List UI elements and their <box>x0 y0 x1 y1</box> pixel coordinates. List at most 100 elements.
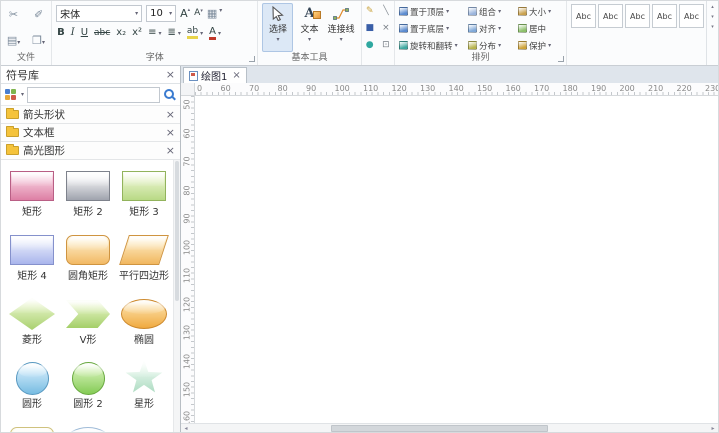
chevron-down-icon[interactable]: ▾ <box>498 42 501 49</box>
superscript-button[interactable]: x² <box>132 26 142 40</box>
ellipse-shape[interactable] <box>121 299 167 329</box>
gallery-up-icon[interactable]: ▴ <box>711 4 714 10</box>
cut-icon[interactable]: ✂ <box>9 9 18 20</box>
chevron-down-icon[interactable]: ▾ <box>548 42 551 49</box>
partial-shape[interactable] <box>65 427 111 432</box>
text-tool-button[interactable]: A 文本 ▾ <box>294 3 325 52</box>
tab-drawing1[interactable]: 绘图1 × <box>183 67 247 83</box>
shape-item[interactable]: 矩形 3 <box>116 166 172 230</box>
bullet-list-button[interactable]: ≣ <box>167 26 175 40</box>
library-section-textbox[interactable]: 文本框 × <box>1 124 180 142</box>
arrange-item[interactable]: 旋转和翻转▾ <box>399 39 468 52</box>
panel-close-icon[interactable]: × <box>166 69 175 80</box>
select-tool-button[interactable]: 选择 ▾ <box>262 3 293 52</box>
rectangle-shape[interactable] <box>10 171 54 201</box>
fill-circle-icon[interactable]: ● <box>366 41 374 50</box>
gallery-down-icon[interactable]: ▾ <box>711 14 714 20</box>
chevron-down-icon[interactable]: ▾ <box>548 8 551 15</box>
font-size-select[interactable]: 10 <box>146 5 176 22</box>
gallery-more-icon[interactable]: ▾ <box>711 24 714 30</box>
star-shape[interactable] <box>125 360 163 396</box>
shape-item[interactable]: 圆形 <box>4 358 60 422</box>
section-close-icon[interactable]: × <box>166 109 175 120</box>
shape-item[interactable]: 星形 <box>116 358 172 422</box>
scroll-thumb[interactable] <box>331 425 548 432</box>
rectangle3-shape[interactable] <box>122 171 166 201</box>
symbol-search-input[interactable] <box>27 87 160 103</box>
font-dialog-launcher-icon[interactable] <box>249 56 255 62</box>
chevron-down-icon[interactable]: ▾ <box>498 8 501 15</box>
style-preset-button[interactable]: Abc <box>571 4 596 28</box>
chevron-down-icon[interactable]: ▾ <box>308 36 311 43</box>
style-preset-button[interactable]: Abc <box>598 4 623 28</box>
underline-button[interactable]: U <box>81 26 88 40</box>
grow-font-button[interactable]: A <box>180 7 190 20</box>
shape-item[interactable]: 圆形 2 <box>60 358 116 422</box>
arrange-item[interactable]: 组合▾ <box>468 5 518 18</box>
drawing-canvas[interactable] <box>195 96 718 423</box>
rectangle2-shape[interactable] <box>66 171 110 201</box>
align-button[interactable]: ▦ <box>207 7 222 20</box>
delete-tool-icon[interactable]: × <box>382 24 390 33</box>
chevron-down-icon[interactable]: ▾ <box>200 30 203 37</box>
shape-item[interactable]: 椭圆 <box>116 294 172 358</box>
chevron-down-icon[interactable]: ▾ <box>498 25 501 32</box>
circle-shape[interactable] <box>16 362 49 395</box>
style-preset-button[interactable]: Abc <box>679 4 704 28</box>
shape-item[interactable]: 矩形 <box>4 166 60 230</box>
shape-item[interactable]: 圆角矩形 <box>60 230 116 294</box>
search-icon[interactable] <box>163 88 176 101</box>
arrange-dialog-launcher-icon[interactable] <box>558 56 564 62</box>
font-family-select[interactable]: 宋体 <box>56 5 142 22</box>
chevron-down-icon[interactable]: ▾ <box>158 30 161 37</box>
library-section-arrows[interactable]: 箭头形状 × <box>1 106 180 124</box>
library-picker-icon[interactable] <box>5 89 18 101</box>
style-preset-button[interactable]: Abc <box>652 4 677 28</box>
chevron-down-icon[interactable]: ▾ <box>17 39 20 46</box>
line-spacing-button[interactable]: ≡ <box>148 26 156 40</box>
chevron-down-icon[interactable]: ▾ <box>218 30 221 37</box>
pencil-icon[interactable]: ✎ <box>366 7 374 16</box>
chevron-down-icon[interactable]: ▾ <box>446 25 449 32</box>
arrange-item[interactable]: 置于顶层▾ <box>399 5 468 18</box>
shape-item[interactable] <box>60 422 116 432</box>
style-preset-button[interactable]: Abc <box>625 4 650 28</box>
rounded-rectangle-shape[interactable] <box>66 235 110 265</box>
fill-square-icon[interactable]: ■ <box>365 24 374 33</box>
horizontal-scrollbar[interactable]: ◂ ▸ <box>181 423 718 432</box>
shape-item[interactable] <box>4 422 60 432</box>
v-shape[interactable] <box>66 300 110 328</box>
partial-shape[interactable] <box>10 427 54 432</box>
shrink-font-button[interactable]: A <box>194 8 203 18</box>
text-highlight-button[interactable]: ab <box>187 27 198 39</box>
shape-item[interactable]: V形 <box>60 294 116 358</box>
crop-tool-icon[interactable]: ⊡ <box>382 41 390 50</box>
arrange-item[interactable]: 保护▾ <box>518 39 562 52</box>
arrange-item[interactable]: 大小▾ <box>518 5 562 18</box>
gallery-scrollbar[interactable]: ▴ ▾ ▾ <box>706 1 718 65</box>
italic-button[interactable]: I <box>71 26 75 40</box>
chevron-down-icon[interactable]: ▾ <box>340 36 343 43</box>
bold-button[interactable]: B <box>57 26 65 40</box>
subscript-button[interactable]: x₂ <box>116 26 126 40</box>
arrange-item[interactable]: 对齐▾ <box>468 22 518 35</box>
shape-item[interactable]: 菱形 <box>4 294 60 358</box>
sidebar-scrollbar[interactable] <box>173 160 180 432</box>
scroll-track[interactable] <box>191 424 708 433</box>
connector-tool-button[interactable]: 连接线 ▾ <box>326 3 357 52</box>
font-color-button[interactable]: A <box>209 27 216 40</box>
section-close-icon[interactable]: × <box>166 127 175 138</box>
arrange-item[interactable]: 分布▾ <box>468 39 518 52</box>
chevron-down-icon[interactable]: ▾ <box>276 36 279 43</box>
library-section-highlight[interactable]: 高光图形 × <box>1 142 180 160</box>
chevron-down-icon[interactable]: ▾ <box>178 30 181 37</box>
shape-item[interactable]: 矩形 2 <box>60 166 116 230</box>
section-close-icon[interactable]: × <box>166 145 175 156</box>
chevron-down-icon[interactable]: ▾ <box>455 42 458 49</box>
shape-item[interactable]: 矩形 4 <box>4 230 60 294</box>
paste-icon[interactable]: ▤▾ <box>7 35 20 48</box>
sidebar-scroll-thumb[interactable] <box>175 161 179 301</box>
scroll-left-icon[interactable]: ◂ <box>181 425 191 432</box>
parallelogram-shape[interactable] <box>119 235 169 265</box>
shape-item[interactable]: 平行四边形 <box>116 230 172 294</box>
